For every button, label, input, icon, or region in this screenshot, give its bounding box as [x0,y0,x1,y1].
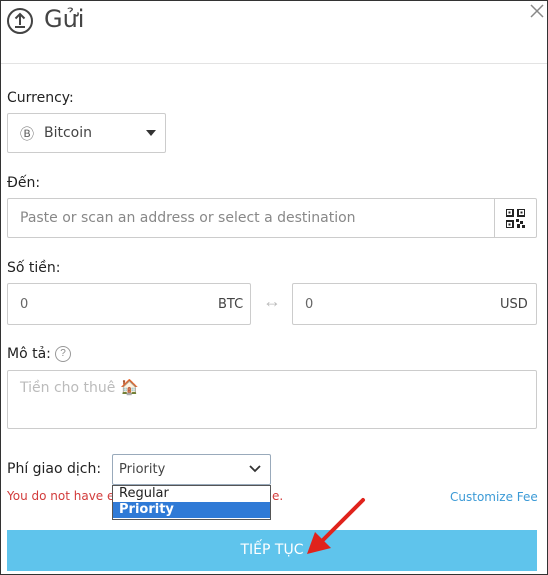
address-field[interactable]: Paste or scan an address or select a des… [7,198,537,238]
usd-unit: USD [500,297,528,312]
description-placeholder: Tiền cho thuê [20,380,116,396]
qr-code-icon [506,209,525,228]
fee-dropdown-list: Regular Priority [112,485,271,520]
bitcoin-icon: Ⓑ [20,126,34,142]
dialog-header: Gửi [1,1,547,64]
to-label: Đến: [7,175,41,191]
fee-error-text: You do not have e [7,489,115,503]
currency-value: Bitcoin [44,125,93,141]
fee-label: Phí giao dịch: [7,461,102,477]
caret-down-icon [146,130,156,136]
fee-select[interactable]: Priority [112,454,271,485]
address-placeholder: Paste or scan an address or select a des… [20,210,356,226]
close-icon[interactable] [529,3,545,19]
description-label: Mô tả: [7,346,51,362]
btc-amount-value: 0 [20,297,29,312]
page-title: Gửi [44,5,85,33]
description-textarea[interactable]: Tiền cho thuê 🏠 [7,370,537,429]
house-emoji: 🏠 [120,379,139,396]
qr-scan-button[interactable] [494,199,537,237]
fee-error-tail: e. [272,489,284,503]
swap-icon: ↔ [263,291,281,311]
btc-amount-field[interactable]: 0 BTC [7,283,251,325]
help-icon[interactable]: ? [55,346,71,362]
btc-unit: BTC [218,297,244,312]
chevron-down-icon [249,465,261,473]
continue-button[interactable]: TIẾP TỤC [7,530,537,571]
currency-label: Currency: [7,90,74,106]
send-dialog: Gửi Currency: Ⓑ Bitcoin Đến: Paste or sc… [0,0,548,575]
usd-amount-field[interactable]: 0 USD [292,283,537,325]
fee-option-regular[interactable]: Regular [113,486,270,502]
currency-select[interactable]: Ⓑ Bitcoin [7,113,166,153]
usd-amount-value: 0 [305,297,314,312]
amount-label: Số tiền: [7,260,61,276]
customize-fee-link[interactable]: Customize Fee [450,490,538,504]
upload-icon [7,8,33,34]
fee-selected-value: Priority [119,462,166,477]
fee-option-priority[interactable]: Priority [113,502,270,518]
